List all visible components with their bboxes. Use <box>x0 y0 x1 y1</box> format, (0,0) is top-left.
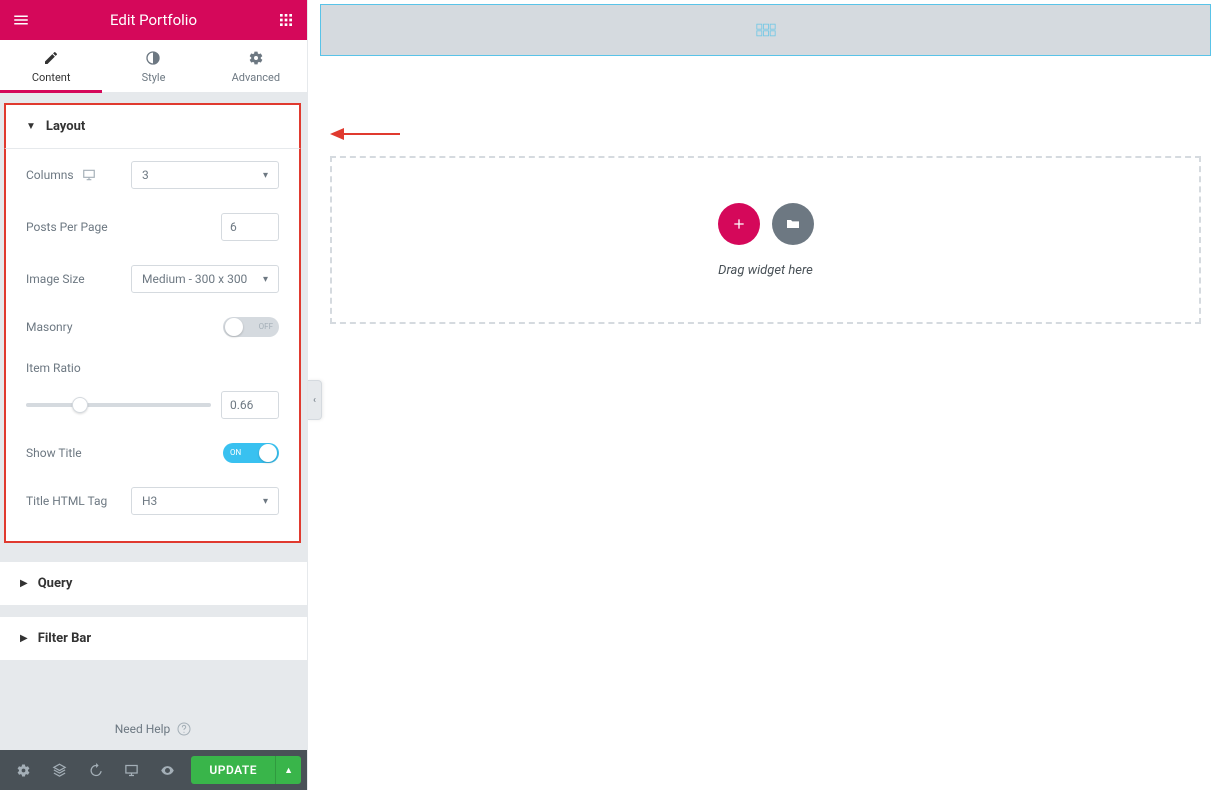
item-ratio-slider[interactable] <box>26 403 211 407</box>
hamburger-menu-icon[interactable] <box>10 9 32 31</box>
desktop-icon <box>82 168 96 182</box>
panel-tabs: Content Style Advanced <box>0 40 307 93</box>
section-header-filter-bar[interactable]: ▶ Filter Bar <box>0 616 307 661</box>
need-help-link[interactable]: Need Help <box>0 661 307 750</box>
update-button-label: UPDATE <box>191 763 275 777</box>
template-library-button[interactable] <box>772 203 814 245</box>
navigator-button[interactable] <box>42 750 76 790</box>
history-button[interactable] <box>78 750 112 790</box>
item-ratio-input[interactable] <box>221 391 279 419</box>
section-layout-label: Layout <box>46 119 85 134</box>
drag-hint-text: Drag widget here <box>718 263 813 278</box>
panel-title: Edit Portfolio <box>32 11 275 29</box>
show-title-toggle[interactable]: ON <box>223 443 279 463</box>
masonry-label: Masonry <box>26 320 73 334</box>
need-help-label: Need Help <box>115 722 171 736</box>
caret-down-icon: ▼ <box>26 121 36 132</box>
image-size-value: Medium - 300 x 300 <box>142 272 247 286</box>
masonry-toggle-text: OFF <box>259 317 273 337</box>
help-icon <box>176 721 192 737</box>
chevron-down-icon: ▾ <box>263 170 268 181</box>
masonry-toggle[interactable]: OFF <box>223 317 279 337</box>
columns-label: Columns <box>26 168 74 182</box>
control-image-size: Image Size Medium - 300 x 300 ▾ <box>26 253 279 305</box>
show-title-label: Show Title <box>26 446 82 460</box>
canvas-section-handle[interactable] <box>320 4 1211 56</box>
posts-per-page-input[interactable] <box>221 213 279 241</box>
slider-thumb[interactable] <box>72 397 88 413</box>
responsive-button[interactable] <box>114 750 148 790</box>
tab-advanced[interactable]: Advanced <box>205 40 307 92</box>
control-show-title: Show Title ON <box>26 431 279 475</box>
section-header-layout[interactable]: ▼ Layout <box>4 103 301 149</box>
panel-header: Edit Portfolio <box>0 0 307 40</box>
title-tag-label: Title HTML Tag <box>26 494 107 508</box>
widgets-grid-icon[interactable] <box>275 9 297 31</box>
update-dropdown-icon[interactable]: ▲ <box>275 756 301 784</box>
section-header-query[interactable]: ▶ Query <box>0 561 307 606</box>
folder-icon <box>785 216 801 232</box>
section-grid-icon <box>756 23 776 37</box>
image-size-label: Image Size <box>26 272 85 286</box>
caret-right-icon: ▶ <box>20 633 28 644</box>
control-item-ratio: Item Ratio <box>26 349 279 431</box>
toggle-knob <box>225 318 243 336</box>
tab-advanced-label: Advanced <box>232 71 280 84</box>
editor-panel: Edit Portfolio Content Style Advanced ▼ … <box>0 0 308 790</box>
control-posts-per-page: Posts Per Page <box>26 201 279 253</box>
columns-value: 3 <box>142 168 149 182</box>
show-title-toggle-text: ON <box>230 443 241 463</box>
settings-button[interactable] <box>6 750 40 790</box>
annotation-arrow <box>330 126 400 146</box>
tab-content[interactable]: Content <box>0 40 102 92</box>
editor-canvas: Drag widget here <box>308 0 1211 790</box>
image-size-select[interactable]: Medium - 300 x 300 ▾ <box>131 265 279 293</box>
preview-button[interactable] <box>150 750 184 790</box>
chevron-down-icon: ▾ <box>263 496 268 507</box>
columns-select[interactable]: 3 ▾ <box>131 161 279 189</box>
chevron-down-icon: ▾ <box>263 274 268 285</box>
section-body-layout: Columns 3 ▾ Posts Per Page Image Size <box>4 149 301 543</box>
toggle-knob <box>259 444 277 462</box>
caret-right-icon: ▶ <box>20 578 28 589</box>
title-tag-value: H3 <box>142 494 157 508</box>
section-filter-bar-label: Filter Bar <box>38 631 91 646</box>
title-tag-select[interactable]: H3 ▾ <box>131 487 279 515</box>
tab-style[interactable]: Style <box>102 40 204 92</box>
add-section-button[interactable] <box>718 203 760 245</box>
tab-style-label: Style <box>142 71 166 84</box>
control-masonry: Masonry OFF <box>26 305 279 349</box>
control-title-tag: Title HTML Tag H3 ▾ <box>26 475 279 527</box>
update-button[interactable]: UPDATE ▲ <box>191 756 301 784</box>
posts-per-page-label: Posts Per Page <box>26 220 108 234</box>
item-ratio-label: Item Ratio <box>26 361 81 375</box>
section-query-label: Query <box>38 576 73 591</box>
control-columns: Columns 3 ▾ <box>26 149 279 201</box>
sections-container: ▼ Layout Columns 3 ▾ Posts Per Page <box>0 93 307 750</box>
drop-zone[interactable]: Drag widget here <box>330 156 1201 324</box>
tab-content-label: Content <box>32 71 71 84</box>
plus-icon <box>731 216 747 232</box>
panel-footer: UPDATE ▲ <box>0 750 307 790</box>
